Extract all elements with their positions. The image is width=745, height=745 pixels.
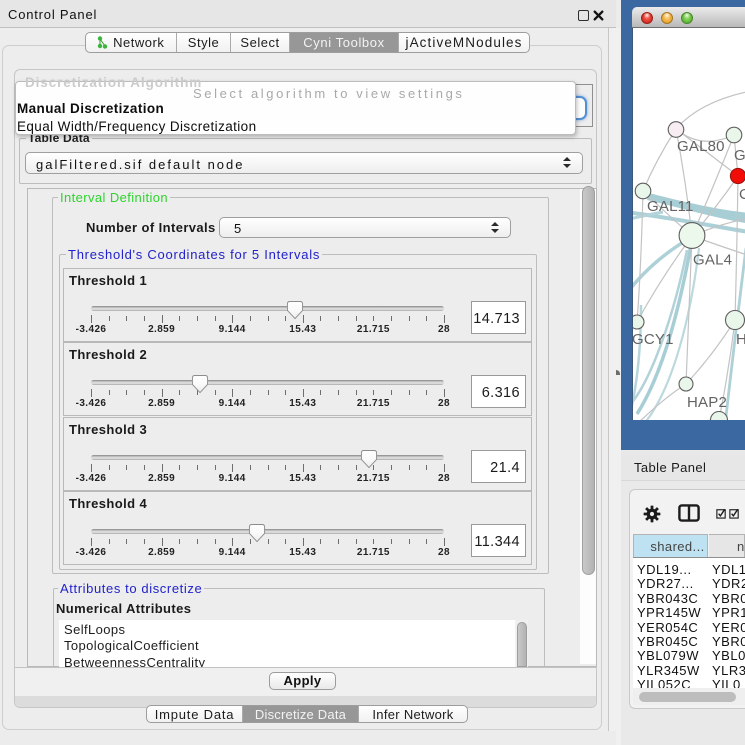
svg-text:GAL11: GAL11 — [647, 198, 694, 215]
svg-text:GAL80: GAL80 — [677, 138, 725, 155]
svg-text:H: H — [736, 331, 745, 348]
svg-text:C: C — [739, 186, 745, 203]
svg-text:GA: GA — [734, 147, 745, 164]
svg-text:GAL4: GAL4 — [693, 252, 732, 269]
svg-text:GCY1: GCY1 — [633, 331, 674, 348]
svg-text:HAP2: HAP2 — [687, 394, 727, 411]
